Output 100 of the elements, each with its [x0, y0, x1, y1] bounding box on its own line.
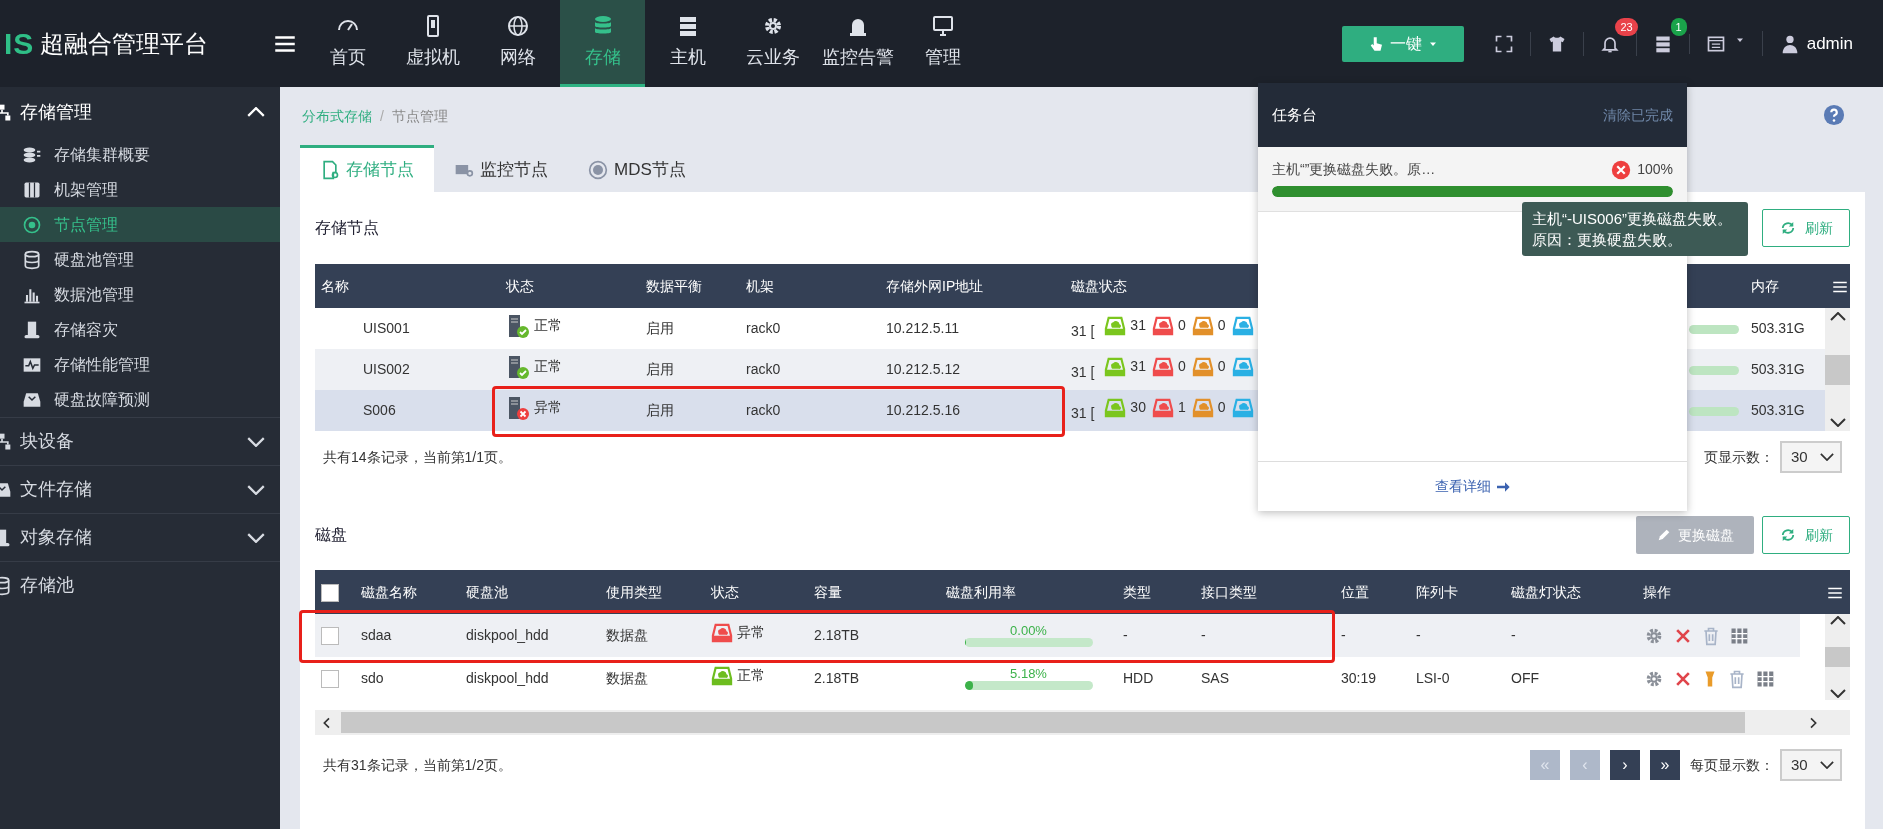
task-count: 1: [1670, 17, 1687, 36]
usage-percent: 0.00%: [1009, 624, 1048, 638]
table-cell: 启用: [646, 320, 674, 336]
database-icon: [22, 249, 42, 270]
nav-tab[interactable]: 管理: [900, 0, 985, 87]
table-cell-text: 异常: [737, 623, 765, 643]
nav-tab[interactable]: 存储: [560, 0, 645, 87]
panel-title: 任务台: [1272, 104, 1317, 125]
page-size-select[interactable]: 30: [1780, 749, 1842, 781]
sidebar-group[interactable]: 块设备: [0, 417, 280, 465]
table-cell-text: 正常: [534, 357, 562, 376]
table-cell: diskpool_hdd: [466, 670, 549, 686]
pager-button[interactable]: »: [1650, 750, 1680, 780]
nav-tab[interactable]: 云业务: [730, 0, 815, 87]
table-cell-text: S006: [362, 402, 396, 418]
sidebar-item[interactable]: 存储容灾: [0, 312, 280, 347]
table-cell: rack0: [746, 402, 781, 418]
chevron-up-icon: [1829, 616, 1846, 625]
nav-tab[interactable]: 网络: [475, 0, 560, 87]
table-cell: 503.31G: [1751, 361, 1805, 377]
table-cell: rack0: [746, 320, 781, 336]
row-checkbox[interactable]: [321, 627, 339, 646]
table-cell-text: UIS002: [362, 361, 410, 377]
globe-icon: [505, 13, 530, 38]
alert-count: 23: [1615, 17, 1638, 36]
table-cell: LSI-0: [1416, 670, 1450, 686]
column-header: 名称: [321, 277, 349, 294]
table-cell: 2.18TB: [814, 670, 860, 686]
column-header: 使用类型: [606, 583, 662, 600]
column-header: 硬盘池: [466, 583, 508, 600]
table-cell: -: [1416, 627, 1421, 643]
table-cell: 10.212.5.11: [886, 320, 959, 336]
table-cell: 503.31G: [1751, 320, 1805, 336]
tab[interactable]: MDS节点: [568, 145, 706, 192]
sidebar-item[interactable]: 机架管理: [0, 172, 280, 207]
column-header: 接口类型: [1201, 583, 1257, 600]
column-header: 位置: [1341, 583, 1369, 600]
sidebar-item[interactable]: 硬盘故障预测: [0, 382, 280, 417]
table-cell: 数据盘: [606, 627, 648, 643]
disk-count: 0: [1217, 398, 1226, 418]
refresh-icon: [1779, 219, 1797, 237]
row-checkbox[interactable]: [321, 670, 339, 689]
tab[interactable]: 监控节点: [434, 145, 568, 192]
chevron-down-icon: [1820, 453, 1834, 461]
scrollbar-thumb[interactable]: [1825, 647, 1850, 667]
pencil-icon: [1656, 527, 1672, 543]
nav-tab[interactable]: 主机: [645, 0, 730, 87]
task-text: 主机“”更换磁盘失败。原…: [1272, 160, 1437, 179]
sidebar-item[interactable]: 存储集群概要: [0, 137, 280, 172]
select-all-checkbox[interactable]: [321, 583, 339, 602]
usage-bar: [1689, 406, 1739, 416]
table-cell: 启用: [646, 361, 674, 377]
table-cell: -: [1201, 627, 1206, 643]
column-header: 容量: [814, 583, 842, 600]
sidebar-item[interactable]: 节点管理: [0, 207, 280, 242]
clear-completed-link[interactable]: 清除已完成: [1603, 104, 1673, 126]
chevron-up-icon: [1829, 312, 1846, 321]
table-cell: 30:19: [1341, 670, 1377, 686]
sidebar-group[interactable]: 存储管理: [0, 87, 280, 137]
disk-count: 0: [1217, 316, 1226, 336]
column-header: 磁盘灯状态: [1511, 583, 1581, 600]
horizontal-scrollbar[interactable]: [341, 712, 1745, 733]
sidebar-item[interactable]: 数据池管理: [0, 277, 280, 312]
nav-tab[interactable]: 监控告警: [815, 0, 900, 87]
table-cell: 10.212.5.16: [886, 402, 960, 418]
bell-icon: [1599, 34, 1620, 55]
app-title: 超融合管理平台: [40, 28, 209, 59]
sidebar-item[interactable]: 存储性能管理: [0, 347, 280, 382]
view-details-link[interactable]: 查看详细: [1258, 461, 1687, 511]
column-header: 阵列卡: [1416, 583, 1458, 600]
table-cell: sdaa: [361, 627, 392, 643]
refresh-icon: [1779, 526, 1797, 544]
disk-count: 31: [1130, 316, 1146, 336]
table-cell: 10.212.5.12: [886, 361, 960, 377]
column-header: 状态: [506, 277, 534, 294]
pager-button[interactable]: ›: [1610, 750, 1640, 780]
record-count: 共有14条记录，当前第1/1页。: [323, 447, 513, 467]
column-header: 状态: [711, 583, 739, 600]
table-cell: OFF: [1511, 670, 1539, 686]
disk-count: 31: [1130, 357, 1146, 377]
sidebar-group[interactable]: 存储池: [0, 561, 280, 609]
table-cell: -: [1341, 627, 1346, 643]
column-header: 数据平衡: [646, 277, 702, 294]
sidebar-group[interactable]: 文件存储: [0, 465, 280, 513]
nav-tab[interactable]: 虚拟机: [390, 0, 475, 87]
scrollbar-thumb[interactable]: [1825, 354, 1850, 385]
page-size-select[interactable]: 30: [1780, 441, 1842, 473]
breadcrumb-separator: /: [380, 106, 384, 126]
trash-icon: [1727, 669, 1747, 690]
column-header: 存储外网IP地址: [886, 277, 984, 294]
trash-icon: [1701, 626, 1721, 647]
column-header: 磁盘利用率: [946, 583, 1016, 600]
sidebar-item[interactable]: 硬盘池管理: [0, 242, 280, 277]
column-header: 磁盘名称: [361, 583, 417, 600]
table-cell-text: 正常: [737, 666, 765, 686]
sidebar-group[interactable]: 对象存储: [0, 513, 280, 561]
nav-tab[interactable]: 首页: [305, 0, 390, 87]
table-cell: -: [1511, 627, 1516, 643]
user-name[interactable]: admin: [1806, 30, 1853, 57]
table-cell: 数据盘: [606, 670, 648, 686]
